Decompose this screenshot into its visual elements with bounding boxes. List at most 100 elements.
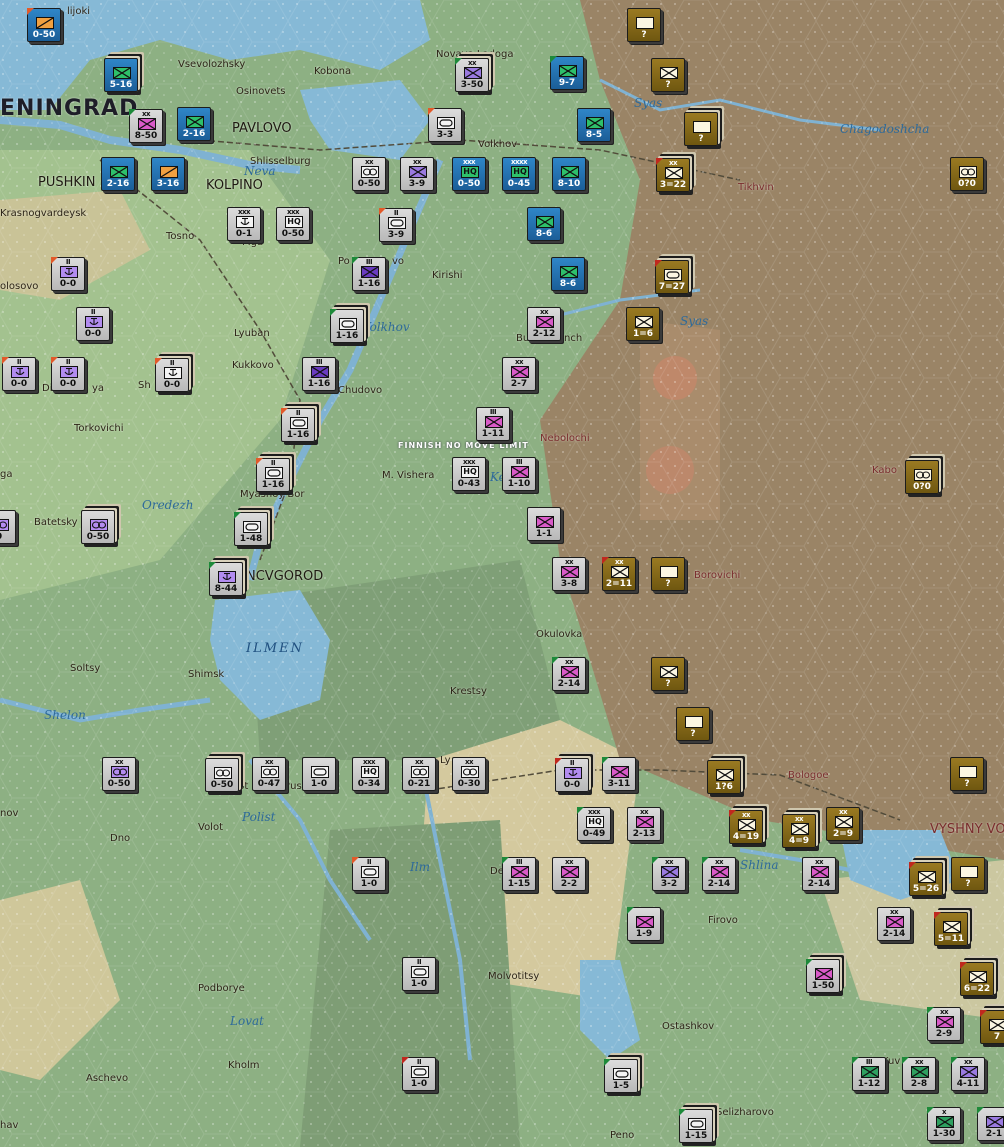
unit-counter[interactable]: xx 0-50 [352,157,386,191]
unit-counter[interactable]: 2-16 [101,157,135,191]
unit-counter[interactable]: xx 0-50 [102,757,136,791]
unit-counter[interactable]: 0-50 [81,510,115,544]
unit-counter[interactable]: II 1-0 [402,957,436,991]
unit-counter[interactable]: 2-16 [177,107,211,141]
unit-counter[interactable]: 1-16 [330,309,364,343]
unit-counter[interactable]: 0?0 [905,460,939,494]
hq-unit-icon: HQ [511,166,529,178]
unit-counter[interactable]: 1=6 [626,307,660,341]
inf-unit-icon [665,167,683,179]
unit-counter[interactable]: III 1-12 [852,1057,886,1091]
unit-counter[interactable]: 9-7 [550,56,584,90]
unit-counter[interactable]: xxx HQ 0-43 [452,457,486,491]
unit-counter[interactable]: 8-5 [577,108,611,142]
unit-counter[interactable]: 3-16 [151,157,185,191]
unit-counter[interactable]: xx 0-30 [452,757,486,791]
unit-counter[interactable]: 8-6 [551,257,585,291]
unit-counter[interactable]: 1-15 [679,1109,713,1143]
unit-counter[interactable]: xx 8-50 [129,109,163,143]
unit-counter[interactable]: II 1-0 [352,857,386,891]
unit-counter[interactable]: ? [676,707,710,741]
unit-counter[interactable]: II 0-0 [555,758,589,792]
unit-counter[interactable]: 0 [0,510,16,544]
unit-counter[interactable]: xxx HQ 0-50 [276,207,310,241]
unit-counter[interactable]: 1-50 [806,959,840,993]
unit-counter[interactable]: ? [651,58,685,92]
unit-counter[interactable]: III 1-16 [302,357,336,391]
unit-counter[interactable]: xx 0-47 [252,757,286,791]
unit-counter[interactable]: x 1-30 [927,1107,961,1141]
unit-counter[interactable]: 1-1 [527,507,561,541]
unit-counter[interactable]: 2-1 [977,1107,1004,1141]
unit-counter[interactable]: 3-3 [428,108,462,142]
place-label-rus: rus [286,781,302,792]
unit-counter[interactable]: xxx HQ 0-49 [577,807,611,841]
place-label-kobona: Kobona [314,66,352,77]
unit-counter[interactable]: 7 [980,1010,1004,1044]
unit-counter[interactable]: III 1-10 [502,457,536,491]
unit-counter[interactable]: ? [684,112,718,146]
unit-counter[interactable]: 1?6 [707,760,741,794]
unit-counter[interactable]: 6=22 [960,962,994,996]
unit-counter[interactable]: II 0-0 [51,357,85,391]
unit-counter[interactable]: xx 0-21 [402,757,436,791]
unit-counter[interactable]: xx 3=22 [656,158,690,192]
unit-counter[interactable]: xx 4=19 [729,810,763,844]
unit-counter[interactable]: 3-11 [602,757,636,791]
unit-counter[interactable]: xxx HQ 0-34 [352,757,386,791]
unit-counter[interactable]: III 1-15 [502,857,536,891]
unit-counter[interactable]: II 0-0 [51,257,85,291]
unit-counter[interactable]: xx 2-2 [552,857,586,891]
unit-counter[interactable]: 5-16 [104,58,138,92]
unit-counter[interactable]: xx 3-50 [455,58,489,92]
unit-counter[interactable]: III 1-16 [352,257,386,291]
unit-counter[interactable]: xx 3-2 [652,857,686,891]
unit-counter[interactable]: 5=11 [934,912,968,946]
unit-counter[interactable]: xx 3-8 [552,557,586,591]
unit-counter[interactable]: ? [651,557,685,591]
inf-unit-icon [716,769,734,781]
unit-counter[interactable]: 0-50 [27,8,61,42]
unit-counter[interactable]: xx 2-13 [627,807,661,841]
unit-counter[interactable]: II 0-0 [155,358,189,392]
unit-counter[interactable]: ? [651,657,685,691]
unit-counter[interactable]: II 0-0 [76,307,110,341]
unit-counter[interactable]: 1-5 [604,1059,638,1093]
unit-counter[interactable]: 8-10 [552,157,586,191]
unit-counter[interactable]: 5=26 [909,862,943,896]
unit-counter[interactable]: 1-0 [302,757,336,791]
unit-counter[interactable]: 7=27 [655,260,689,294]
unit-counter[interactable]: xx 2-12 [527,307,561,341]
unit-counter[interactable]: xxx 0-1 [227,207,261,241]
unit-counter[interactable]: xx 3-9 [400,157,434,191]
unit-counter[interactable]: 8-6 [527,207,561,241]
unit-counter[interactable]: xx 2=11 [602,557,636,591]
unit-counter[interactable]: xxx HQ 0-50 [452,157,486,191]
unit-counter[interactable]: xx 2-7 [502,357,536,391]
unit-counter[interactable]: xx 2-8 [902,1057,936,1091]
unit-counter[interactable]: xx 2-14 [802,857,836,891]
unit-counter[interactable]: II 1-16 [281,408,315,442]
unit-counter[interactable]: xx 2-14 [877,907,911,941]
unit-counter[interactable]: ? [950,757,984,791]
unit-counter[interactable]: II 1-16 [256,458,290,492]
unit-counter[interactable]: ? [627,8,661,42]
unit-counter[interactable]: xx 2-14 [552,657,586,691]
unit-counter[interactable]: xx 4=9 [782,814,816,848]
strategic-map[interactable]: lijoki Novaya Ladoga Vsevolozhsky Kobona Osi… [0,0,1004,1147]
unit-counter[interactable]: 0-50 [205,758,239,792]
unit-counter[interactable]: 1-48 [234,512,268,546]
unit-counter[interactable]: III 1-11 [476,407,510,441]
unit-counter[interactable]: 1-9 [627,907,661,941]
unit-counter[interactable]: II 3-9 [379,208,413,242]
unit-counter[interactable]: 8-44 [209,562,243,596]
unit-counter[interactable]: xx 2=9 [826,807,860,841]
unit-counter[interactable]: II 0-0 [2,357,36,391]
unit-counter[interactable]: ? [951,857,985,891]
unit-counter[interactable]: xxxx HQ 0-45 [502,157,536,191]
unit-counter[interactable]: xx 2-14 [702,857,736,891]
unit-counter[interactable]: 0?0 [950,157,984,191]
unit-counter[interactable]: xx 2-9 [927,1007,961,1041]
unit-counter[interactable]: xx 4-11 [951,1057,985,1091]
unit-counter[interactable]: II 1-0 [402,1057,436,1091]
